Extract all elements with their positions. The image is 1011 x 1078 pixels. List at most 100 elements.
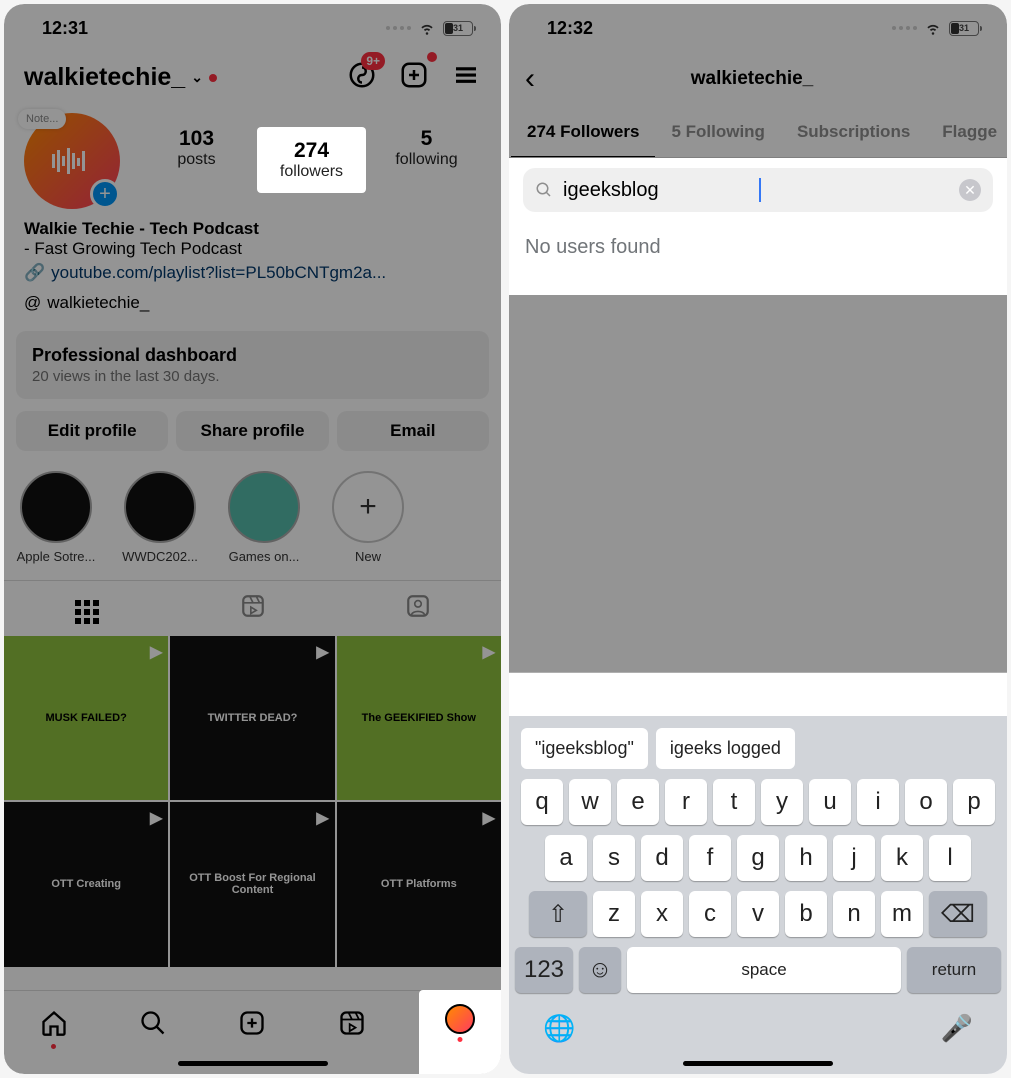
search-icon — [535, 181, 553, 199]
status-time: 12:32 — [547, 18, 593, 39]
at-icon: @ — [24, 293, 41, 313]
key-h[interactable]: h — [785, 835, 827, 881]
highlight-new[interactable]: +New — [324, 471, 412, 564]
space-key[interactable]: space — [627, 947, 901, 993]
profile-header: walkietechie_ ⌄ 9+ — [4, 52, 501, 103]
nav-create[interactable] — [234, 1005, 270, 1041]
share-profile-button[interactable]: Share profile — [176, 411, 328, 451]
suggestion[interactable]: igeeks logged — [656, 728, 795, 769]
highlight-item[interactable]: WWDC202... — [116, 471, 204, 564]
bio-link[interactable]: 🔗 youtube.com/playlist?list=PL50bCNTgm2a… — [24, 259, 481, 283]
numeric-key[interactable]: 123 — [515, 947, 573, 993]
reels-icon — [338, 1009, 366, 1037]
globe-icon[interactable]: 🌐 — [543, 1013, 575, 1044]
add-story-icon[interactable]: + — [90, 179, 120, 209]
threads-handle[interactable]: @ walkietechie_ — [4, 287, 501, 325]
clear-icon[interactable]: ✕ — [959, 179, 981, 201]
emoji-key[interactable]: ☺ — [579, 947, 621, 993]
email-button[interactable]: Email — [337, 411, 489, 451]
threads-icon[interactable]: 9+ — [347, 60, 377, 95]
post-item[interactable]: ▶MUSK FAILED? — [4, 636, 168, 800]
note-bubble[interactable]: Note... — [18, 109, 66, 129]
highlight-item[interactable]: Games on... — [220, 471, 308, 564]
key-q[interactable]: q — [521, 779, 563, 825]
status-bar: 12:31 31 — [4, 4, 501, 52]
post-item[interactable]: ▶OTT Platforms — [337, 802, 501, 966]
search-container: igeeksblog ✕ — [509, 158, 1007, 222]
key-b[interactable]: b — [785, 891, 827, 937]
key-y[interactable]: y — [761, 779, 803, 825]
highlight-item[interactable]: Apple Sotre... — [12, 471, 100, 564]
followers-tabs: 274 Followers 5 Following Subscriptions … — [509, 110, 1007, 158]
professional-dashboard[interactable]: Professional dashboard 20 views in the l… — [16, 331, 489, 399]
home-indicator — [178, 1061, 328, 1066]
key-u[interactable]: u — [809, 779, 851, 825]
posts-stat[interactable]: 103 posts — [142, 113, 251, 169]
shift-key[interactable]: ⇧ — [529, 891, 587, 937]
edit-profile-button[interactable]: Edit profile — [16, 411, 168, 451]
tab-subscriptions[interactable]: Subscriptions — [781, 110, 926, 157]
tab-flagged[interactable]: Flagge — [926, 110, 1007, 157]
backspace-key[interactable]: ⌫ — [929, 891, 987, 937]
key-s[interactable]: s — [593, 835, 635, 881]
bio-desc: - Fast Growing Tech Podcast — [24, 239, 481, 259]
key-o[interactable]: o — [905, 779, 947, 825]
key-l[interactable]: l — [929, 835, 971, 881]
key-a[interactable]: a — [545, 835, 587, 881]
following-stat[interactable]: 5 following — [372, 113, 481, 169]
grid-icon — [75, 600, 99, 624]
key-c[interactable]: c — [689, 891, 731, 937]
status-bar: 12:32 31 — [509, 4, 1007, 52]
bio: Walkie Techie - Tech Podcast - Fast Grow… — [4, 209, 501, 287]
tab-followers[interactable]: 274 Followers — [511, 110, 655, 158]
return-key[interactable]: return — [907, 947, 1001, 993]
home-indicator — [683, 1061, 833, 1066]
username-text: walkietechie_ — [24, 63, 185, 92]
key-d[interactable]: d — [641, 835, 683, 881]
tab-following[interactable]: 5 Following — [655, 110, 781, 157]
nav-home[interactable] — [36, 1005, 72, 1041]
signal-dots — [892, 26, 917, 30]
search-input[interactable]: igeeksblog ✕ — [523, 168, 993, 212]
profile-avatar[interactable]: Note... + — [24, 113, 120, 209]
post-item[interactable]: ▶OTT Creating — [4, 802, 168, 966]
tab-grid[interactable] — [4, 581, 170, 636]
key-m[interactable]: m — [881, 891, 923, 937]
key-k[interactable]: k — [881, 835, 923, 881]
dashboard-sub: 20 views in the last 30 days. — [32, 366, 473, 385]
suggestion[interactable]: "igeeksblog" — [521, 728, 648, 769]
reel-icon: ▶ — [483, 642, 495, 662]
create-icon[interactable] — [399, 60, 429, 95]
key-e[interactable]: e — [617, 779, 659, 825]
key-v[interactable]: v — [737, 891, 779, 937]
home-icon — [40, 1009, 68, 1037]
tab-tagged[interactable] — [335, 581, 501, 636]
back-button[interactable]: ‹ — [525, 62, 543, 96]
post-item[interactable]: ▶The GEEKIFIED Show — [337, 636, 501, 800]
key-j[interactable]: j — [833, 835, 875, 881]
mic-icon[interactable]: 🎤 — [941, 1013, 973, 1044]
key-w[interactable]: w — [569, 779, 611, 825]
nav-search[interactable] — [135, 1005, 171, 1041]
key-r[interactable]: r — [665, 779, 707, 825]
followers-stat[interactable]: 274 followers — [257, 113, 366, 193]
nav-profile-highlight[interactable] — [419, 990, 501, 1074]
key-n[interactable]: n — [833, 891, 875, 937]
tab-reels[interactable] — [170, 581, 336, 636]
bio-name: Walkie Techie - Tech Podcast — [24, 219, 481, 239]
post-item[interactable]: ▶TWITTER DEAD? — [170, 636, 334, 800]
menu-icon[interactable] — [451, 60, 481, 95]
key-row-3: ⇧ zxcvbnm ⌫ — [515, 891, 1001, 937]
key-p[interactable]: p — [953, 779, 995, 825]
key-g[interactable]: g — [737, 835, 779, 881]
key-x[interactable]: x — [641, 891, 683, 937]
signal-dots — [386, 26, 411, 30]
key-f[interactable]: f — [689, 835, 731, 881]
posts-count: 103 — [142, 127, 251, 151]
username-switcher[interactable]: walkietechie_ ⌄ — [24, 63, 217, 92]
key-t[interactable]: t — [713, 779, 755, 825]
key-i[interactable]: i — [857, 779, 899, 825]
nav-reels[interactable] — [334, 1005, 370, 1041]
key-z[interactable]: z — [593, 891, 635, 937]
post-item[interactable]: ▶OTT Boost For Regional Content — [170, 802, 334, 966]
